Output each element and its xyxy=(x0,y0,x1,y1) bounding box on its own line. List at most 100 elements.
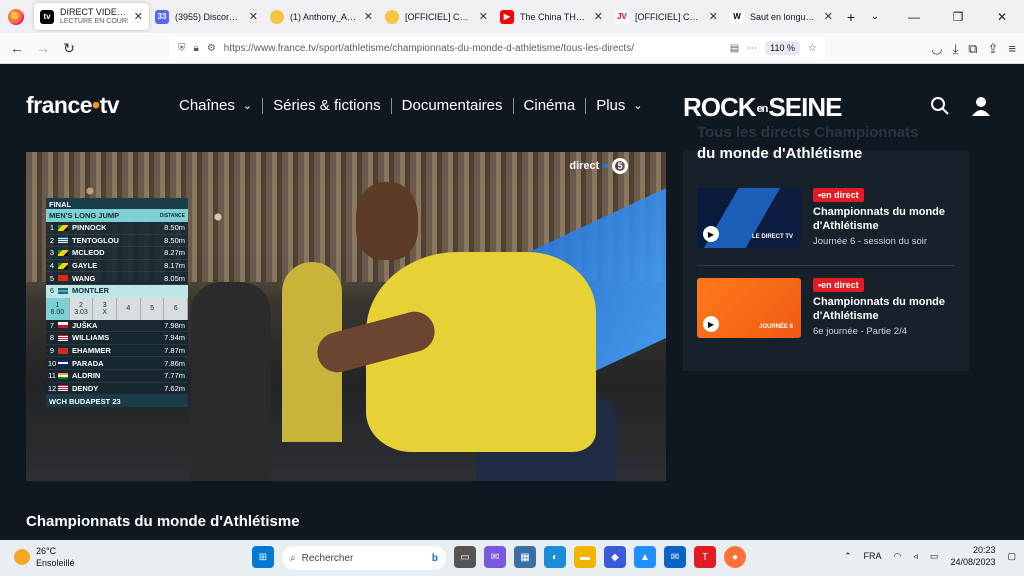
rank: 8 xyxy=(49,333,55,343)
language-indicator[interactable]: FRA xyxy=(864,551,882,561)
page-actions-icon[interactable]: ⋯ xyxy=(747,43,757,54)
live-card[interactable]: LE DIRECT TV ▶ •en direct Championnats d… xyxy=(697,188,955,266)
forward-icon[interactable]: → xyxy=(30,35,56,61)
user-icon[interactable] xyxy=(972,96,990,116)
close-tab-icon[interactable]: ✕ xyxy=(594,10,603,23)
menu-series[interactable]: Séries & fictions xyxy=(263,97,391,114)
tab-title: The China THEY D xyxy=(520,11,588,22)
clock[interactable]: 20:23 24/08/2023 xyxy=(950,544,995,568)
live-card[interactable]: JOURNÉE 6 ▶ •en direct Championnats du m… xyxy=(697,278,955,356)
tab-twitch-1[interactable]: (1) Anthony_Agar ✕ xyxy=(264,0,379,33)
close-tab-icon[interactable]: ✕ xyxy=(249,10,258,23)
mark: 8.50m xyxy=(164,235,185,245)
hamburger-menu-icon[interactable]: ≡ xyxy=(1008,41,1016,56)
mail-icon[interactable]: ✉ xyxy=(664,546,686,568)
menu-chaines[interactable]: Chaînes ⌄ xyxy=(169,97,262,114)
volume-icon[interactable]: ◃ xyxy=(913,551,918,562)
tlc-icon[interactable]: T xyxy=(694,546,716,568)
search-icon[interactable] xyxy=(930,96,950,116)
extensions-icon[interactable]: ⧉ xyxy=(968,41,977,57)
video-player[interactable]: direct ● 5 FINAL MEN'S LONG JUMP DISTANCE 1… xyxy=(26,152,666,481)
play-icon[interactable]: ▶ xyxy=(703,226,719,242)
card-thumbnail[interactable]: JOURNÉE 6 ▶ xyxy=(697,278,801,338)
new-tab-icon[interactable]: + xyxy=(839,9,863,25)
zoom-level[interactable]: 110 % xyxy=(765,41,801,55)
file-explorer-icon[interactable]: ▬ xyxy=(574,546,596,568)
thumb-caption: JOURNÉE 6 xyxy=(758,324,793,330)
scoreboard-row: 9 EHAMMER 7.87m xyxy=(46,344,188,358)
francetv-logo[interactable]: france•tv xyxy=(26,92,120,119)
app-icon[interactable]: ▲ xyxy=(634,546,656,568)
tab-jv[interactable]: JV [OFFICIEL] Cham ✕ xyxy=(609,0,724,33)
scoreboard-row: 10 PARADA 7.86m xyxy=(46,357,188,370)
athlete-name: WANG xyxy=(72,273,96,283)
firefox-menu-icon[interactable] xyxy=(8,8,24,25)
minimize-icon[interactable]: — xyxy=(892,0,936,33)
play-icon[interactable]: ▶ xyxy=(703,316,719,332)
teams-chat-icon[interactable]: ✉ xyxy=(484,546,506,568)
card-thumbnail[interactable]: LE DIRECT TV ▶ xyxy=(697,188,801,248)
tab-wikipedia[interactable]: W Saut en longueur ✕ xyxy=(724,0,839,33)
task-view-icon[interactable]: ▭ xyxy=(454,546,476,568)
weather-widget[interactable]: 26°C Ensoleillé xyxy=(14,545,75,569)
menu-plus[interactable]: Plus ⌄ xyxy=(586,97,652,114)
partner-mid: en xyxy=(755,103,769,116)
tab-twitch-2[interactable]: [OFFICIEL] Cham ✕ xyxy=(379,0,494,33)
start-icon[interactable]: ⊞ xyxy=(252,546,274,568)
url-bar[interactable]: ⛨ 🔒︎ ⚙ https://www.france.tv/sport/athle… xyxy=(170,36,825,60)
page-content: france•tv Chaînes ⌄ Séries & fictions Doc… xyxy=(0,64,1024,540)
wifi-icon[interactable]: ◠ xyxy=(894,551,902,562)
restore-icon[interactable]: ❐ xyxy=(936,0,980,33)
lock-icon[interactable]: 🔒︎ xyxy=(194,43,199,54)
store-icon[interactable]: ▦ xyxy=(514,546,536,568)
reader-view-icon[interactable]: ▤ xyxy=(730,43,739,54)
taskbar-search[interactable]: ⌕ Rechercher b xyxy=(282,546,446,570)
back-icon[interactable]: ← xyxy=(4,35,30,61)
menu-documentaires[interactable]: Documentaires xyxy=(392,97,513,114)
mark: 7.86m xyxy=(164,358,185,368)
tab-youtube[interactable]: ▶ The China THEY D ✕ xyxy=(494,0,609,33)
download-icon[interactable]: ⤓ xyxy=(952,41,958,57)
sun-icon xyxy=(14,549,30,565)
twitch-emoji-icon xyxy=(270,9,284,24)
close-tab-icon[interactable]: ✕ xyxy=(824,10,833,23)
bookmark-star-icon[interactable]: ☆ xyxy=(808,43,817,54)
permissions-icon[interactable]: ⚙ xyxy=(207,43,216,54)
athlete-name: ALDRIN xyxy=(72,371,101,381)
notification-icon[interactable]: ▢ xyxy=(1007,551,1016,562)
pocket-icon[interactable]: ◡ xyxy=(931,41,942,57)
card-subtitle: 6e journée - Partie 2/4 xyxy=(813,326,908,337)
flag-icon xyxy=(58,262,68,269)
athlete-name: WILLIAMS xyxy=(72,333,110,343)
card-title[interactable]: Championnats du monde d'Athlétisme xyxy=(813,295,955,323)
tab-direct-video[interactable]: tv DIRECT VIDEO ChLECTURE EN COURS ✕ xyxy=(34,3,149,30)
firefox-taskbar-icon[interactable]: ● xyxy=(724,546,746,568)
flag-icon xyxy=(58,275,68,282)
menu-cinema[interactable]: Cinéma xyxy=(514,97,586,114)
flag-icon xyxy=(58,224,68,231)
reload-icon[interactable]: ↻ xyxy=(56,35,82,61)
attempt: 6 xyxy=(164,297,189,320)
battery-icon[interactable]: ▭ xyxy=(930,551,939,562)
close-tab-icon[interactable]: ✕ xyxy=(364,10,373,23)
tab-discord[interactable]: 33 (3955) Discord | # ✕ xyxy=(149,0,264,33)
copilot-icon[interactable]: ◆ xyxy=(604,546,626,568)
chevron-up-icon[interactable]: ⌃ xyxy=(844,551,852,562)
card-title[interactable]: Championnats du monde d'Athlétisme xyxy=(813,205,955,233)
mark: 7.87m xyxy=(164,346,185,356)
share-icon[interactable]: ⇪ xyxy=(988,41,999,57)
close-tab-icon[interactable]: ✕ xyxy=(134,10,143,23)
partner-text: ROCK xyxy=(683,92,757,122)
close-window-icon[interactable]: ✕ xyxy=(980,0,1024,33)
rock-en-seine-logo[interactable]: ROCKenSEINE xyxy=(683,92,842,123)
chevron-down-icon[interactable]: ⌄ xyxy=(863,11,887,22)
edge-icon[interactable]: ◐ xyxy=(544,546,566,568)
partner-end: SEINE xyxy=(768,92,842,122)
close-tab-icon[interactable]: ✕ xyxy=(479,10,488,23)
athlete-name: MCLEOD xyxy=(72,248,105,258)
shield-icon[interactable]: ⛨ xyxy=(178,43,186,54)
rank: 11 xyxy=(48,371,56,381)
url-text[interactable]: https://www.france.tv/sport/athletisme/c… xyxy=(224,43,722,54)
close-tab-icon[interactable]: ✕ xyxy=(709,10,718,23)
panel-title-line1: Tous les directs Championnats xyxy=(697,124,919,141)
